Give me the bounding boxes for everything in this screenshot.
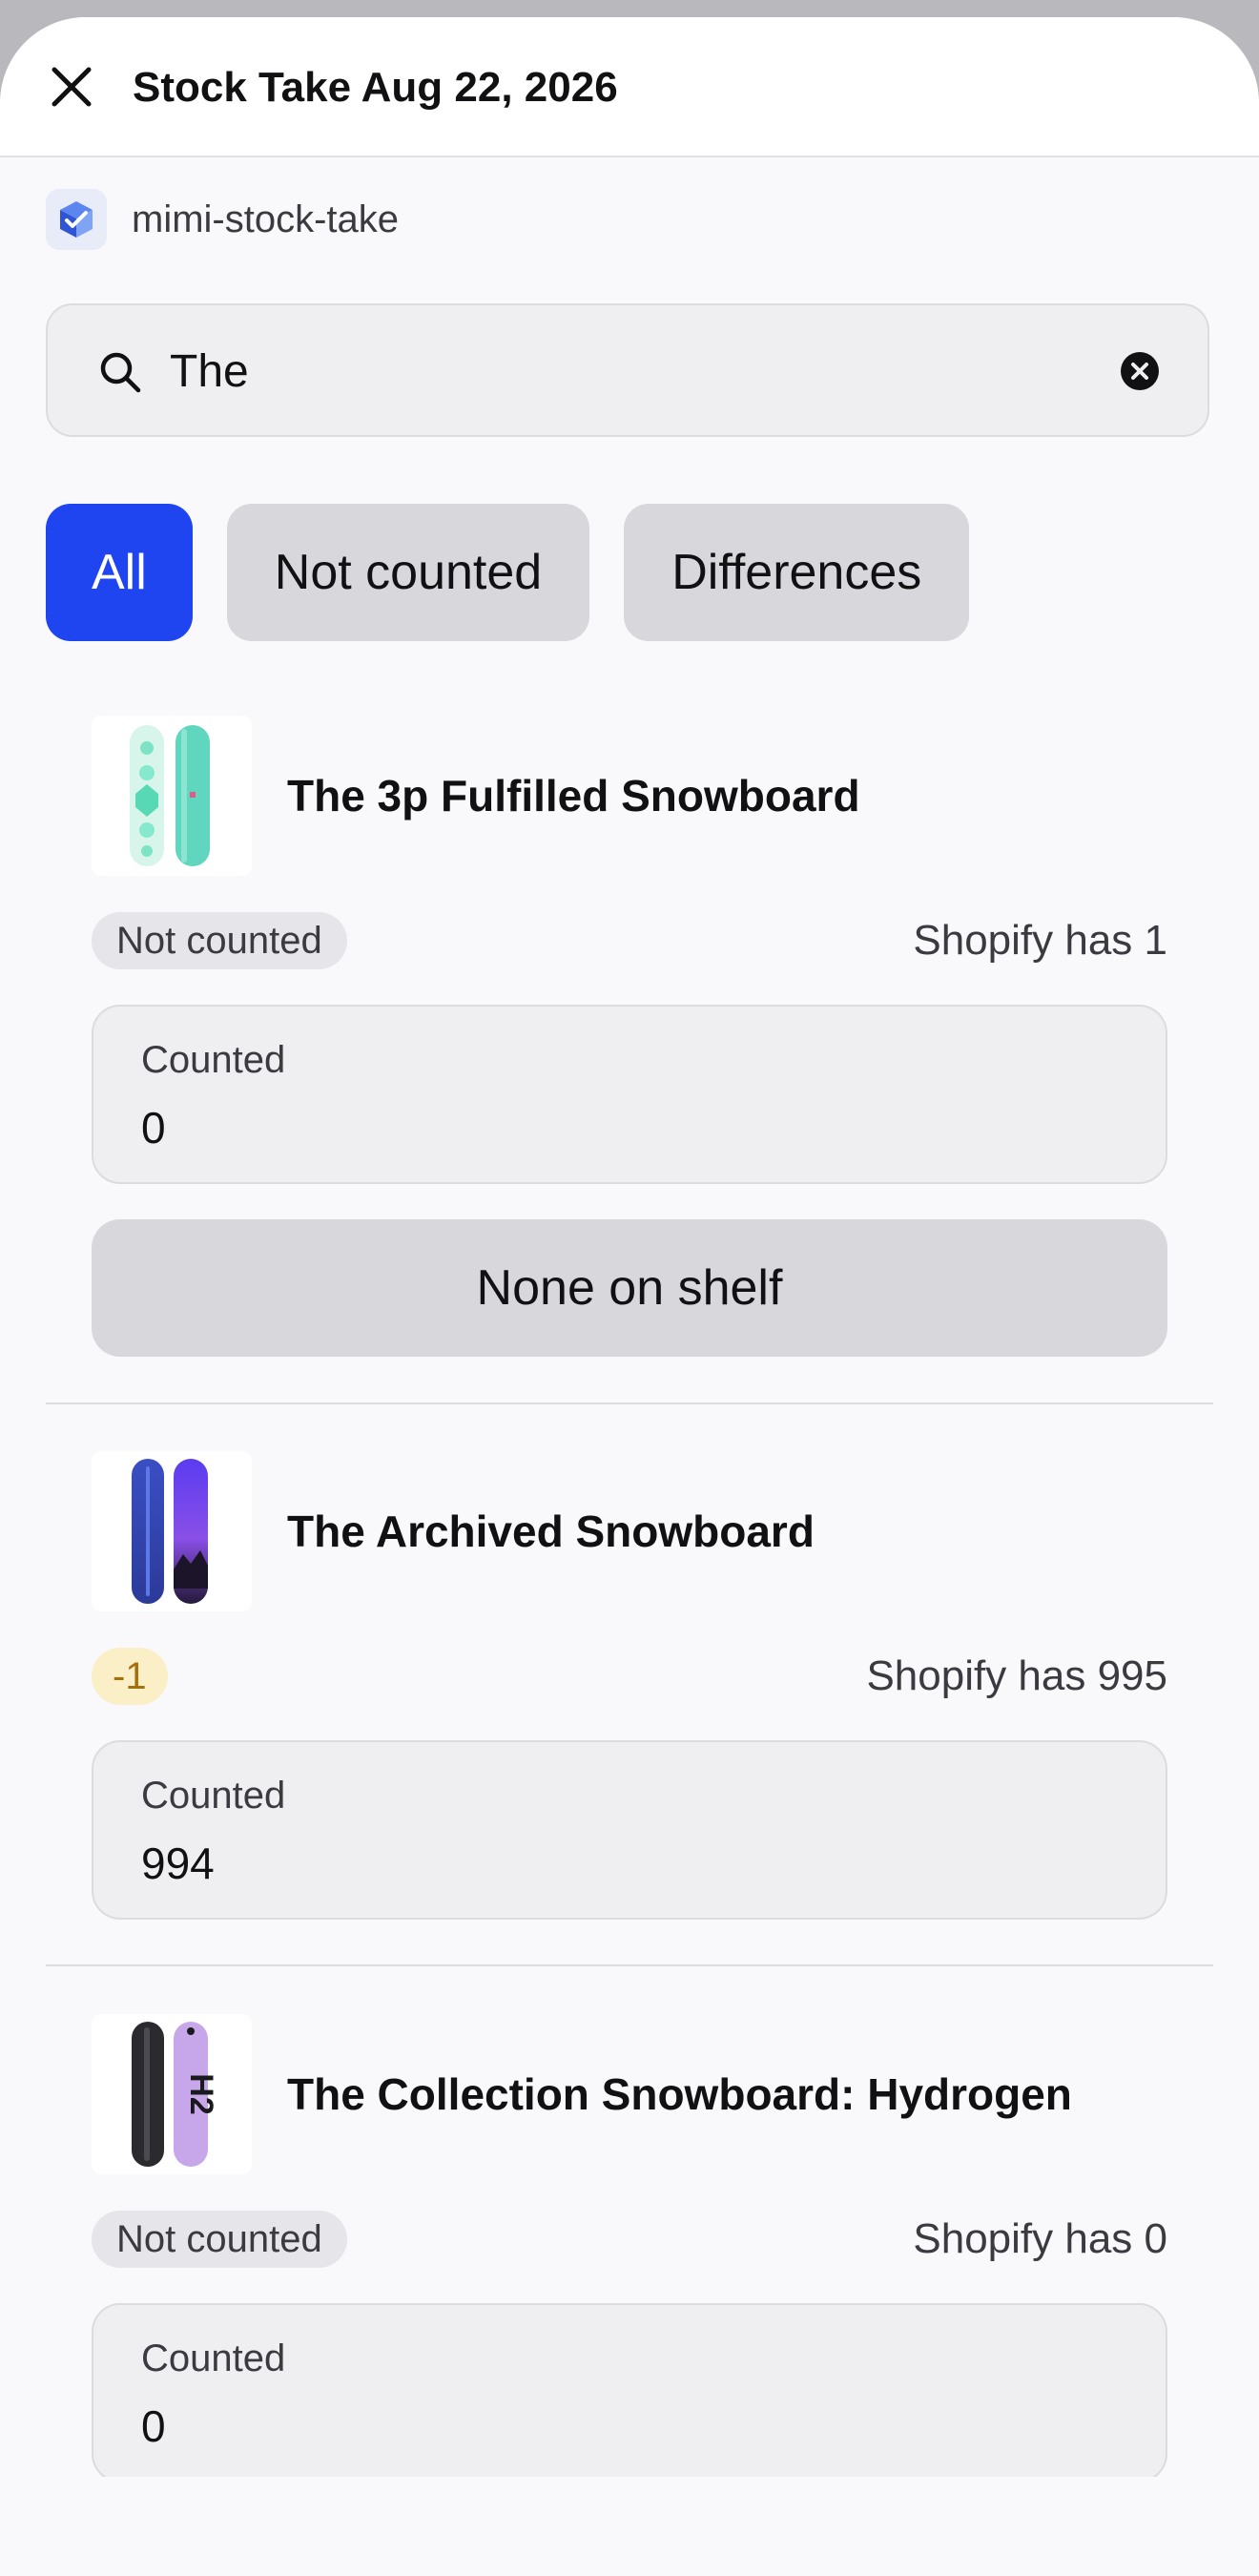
- bottom-safe-area: [0, 2477, 1259, 2576]
- counted-field[interactable]: Counted 994: [92, 1740, 1167, 1920]
- counted-label: Counted: [141, 1775, 286, 1817]
- top-bar: Stock Take Aug 22, 2026: [0, 17, 1259, 157]
- blue-purple-snowboard-image: [132, 1459, 208, 1604]
- status-badge: Not counted: [92, 2211, 347, 2268]
- search-icon: [100, 352, 141, 393]
- svg-text:H2: H2: [183, 2073, 219, 2114]
- product-thumbnail: [92, 1451, 252, 1611]
- black-lilac-snowboard-image: H2: [132, 2022, 219, 2167]
- counted-value[interactable]: 994: [141, 1838, 215, 1889]
- page-title: Stock Take Aug 22, 2026: [133, 64, 618, 111]
- search-bar[interactable]: [46, 303, 1209, 437]
- product-item: The Archived Snowboard -1 Shopify has 99…: [46, 1451, 1213, 1938]
- app-attribution: mimi-stock-take: [46, 189, 399, 250]
- app-logo-icon: [46, 189, 107, 250]
- product-name: The Archived Snowboard: [287, 1506, 815, 1556]
- none-on-shelf-button[interactable]: None on shelf: [92, 1219, 1167, 1357]
- teal-snowboard-image: [130, 725, 210, 866]
- filter-not-counted[interactable]: Not counted: [226, 504, 590, 641]
- product-name: The Collection Snowboard: Hydrogen: [287, 2069, 1072, 2119]
- status-badge: Not counted: [92, 912, 347, 969]
- product-name: The 3p Fulfilled Snowboard: [287, 771, 860, 821]
- shopify-quantity: Shopify has 995: [866, 1652, 1167, 1699]
- stock-take-sheet: Stock Take Aug 22, 2026 mimi-stock-take …: [0, 17, 1259, 2576]
- counted-label: Counted: [141, 2337, 286, 2379]
- close-icon: [52, 67, 92, 107]
- shopify-quantity: Shopify has 0: [913, 2215, 1167, 2262]
- clear-search-icon[interactable]: [1120, 351, 1160, 391]
- product-item: The 3p Fulfilled Snowboard Not counted S…: [46, 716, 1213, 1364]
- counted-value[interactable]: 0: [141, 2400, 166, 2452]
- filter-tabs: All Not counted Differences: [46, 504, 1003, 641]
- search-input[interactable]: [170, 334, 1104, 408]
- counted-value[interactable]: 0: [141, 1102, 166, 1153]
- product-thumbnail: H2: [92, 2014, 252, 2174]
- counted-field[interactable]: Counted 0: [92, 1005, 1167, 1184]
- product-thumbnail: [92, 716, 252, 876]
- counted-label: Counted: [141, 1039, 286, 1081]
- filter-differences[interactable]: Differences: [624, 504, 970, 641]
- close-button[interactable]: [42, 57, 101, 116]
- difference-badge: -1: [92, 1648, 168, 1705]
- product-item: H2 The Collection Snowboard: Hydrogen No…: [46, 2014, 1213, 2510]
- app-name: mimi-stock-take: [132, 197, 400, 240]
- counted-field[interactable]: Counted 0: [92, 2303, 1167, 2483]
- filter-all[interactable]: All: [46, 504, 193, 641]
- divider: [46, 1964, 1213, 1966]
- shopify-quantity: Shopify has 1: [913, 917, 1167, 964]
- divider: [46, 1402, 1213, 1404]
